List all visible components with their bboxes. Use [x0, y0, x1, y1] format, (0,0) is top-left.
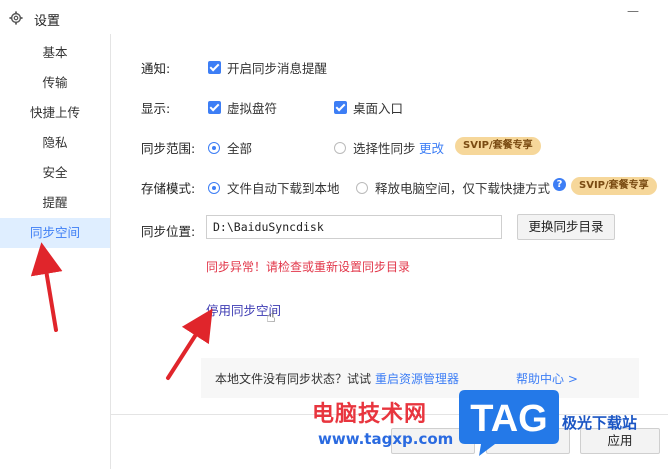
window-title: 设置 [34, 14, 61, 29]
desktop-entry-label: 桌面入口 [353, 101, 404, 116]
sync-scope-all-label: 全部 [227, 141, 253, 156]
sidebar-item-transfer[interactable]: 传输 [0, 68, 110, 98]
storage-free-space-label: 释放电脑空间，仅下载快捷方式 [375, 181, 551, 196]
sync-tip-bar: 本地文件没有同步状态？试试 重启资源管理器 帮助中心 > [201, 358, 639, 398]
minimize-button[interactable]: — [626, 4, 640, 18]
sync-scope-selective-radio[interactable]: 选择性同步 [334, 138, 416, 157]
watermark-site-cn: 极光下载站 [562, 414, 638, 432]
sync-path-field[interactable]: D:\BaiduSyncdisk [206, 215, 502, 239]
tip-text: 本地文件没有同步状态？试试 [215, 372, 372, 386]
checkbox-checked-icon [208, 61, 221, 74]
sync-scope-selective-label: 选择性同步 [353, 141, 416, 156]
tag-logo-text: TAG [470, 398, 547, 440]
checkbox-checked-icon [334, 101, 347, 114]
watermark-url: www.tagxp.com [318, 430, 454, 448]
watermark-site-name: 电脑技术网 [312, 402, 428, 427]
sidebar-item-privacy[interactable]: 隐私 [0, 128, 110, 158]
storage-auto-download-radio[interactable]: 文件自动下载到本地 [208, 178, 340, 197]
help-center-link[interactable]: 帮助中心 > [516, 370, 578, 387]
virtual-drive-label: 虚拟盘符 [227, 101, 278, 116]
virtual-drive-checkbox[interactable]: 虚拟盘符 [208, 98, 277, 117]
storage-free-space-radio[interactable]: 释放电脑空间，仅下载快捷方式 [356, 178, 550, 197]
sync-scope-all-radio[interactable]: 全部 [208, 138, 252, 157]
sync-scope-change-link[interactable]: 更改 [419, 138, 444, 157]
storage-mode-label: 存储模式: [141, 181, 196, 196]
sidebar-item-basic[interactable]: 基本 [0, 38, 110, 68]
notify-checkbox[interactable]: 开启同步消息提醒 [208, 58, 327, 77]
settings-sidebar: 基本 传输 快捷上传 隐私 安全 提醒 同步空间 [0, 34, 111, 469]
radio-selected-icon [208, 141, 220, 154]
sidebar-item-sync-space[interactable]: 同步空间 [0, 218, 110, 248]
title-bar: 设置 — [0, 0, 668, 34]
help-icon[interactable]: ? [553, 178, 566, 191]
sync-scope-label: 同步范围: [141, 141, 196, 156]
hand-cursor-icon: ☝ [266, 307, 276, 326]
radio-selected-icon [208, 181, 220, 194]
notify-option-label: 开启同步消息提醒 [227, 61, 328, 76]
arrow-to-disable-link [166, 308, 213, 380]
radio-unselected-icon [334, 141, 346, 154]
sidebar-item-reminder[interactable]: 提醒 [0, 188, 110, 218]
restart-explorer-link[interactable]: 重启资源管理器 [375, 370, 459, 387]
svip-badge: SVIP/套餐专享 [571, 177, 657, 195]
svip-badge: SVIP/套餐专享 [455, 137, 541, 155]
sidebar-item-security[interactable]: 安全 [0, 158, 110, 188]
notify-label: 通知: [141, 61, 171, 76]
sidebar-item-quick-upload[interactable]: 快捷上传 [0, 98, 110, 128]
tag-logo-icon: TAG [459, 390, 559, 456]
storage-auto-download-label: 文件自动下载到本地 [227, 181, 340, 196]
radio-unselected-icon [356, 181, 368, 194]
desktop-entry-checkbox[interactable]: 桌面入口 [334, 98, 403, 117]
gear-icon [9, 11, 23, 25]
checkbox-checked-icon [208, 101, 221, 114]
sync-location-label: 同步位置: [141, 224, 196, 239]
display-label: 显示: [141, 101, 171, 116]
change-sync-dir-button[interactable]: 更换同步目录 [517, 214, 615, 240]
sync-error-text: 同步异常！请检查或重新设置同步目录 [206, 260, 411, 274]
